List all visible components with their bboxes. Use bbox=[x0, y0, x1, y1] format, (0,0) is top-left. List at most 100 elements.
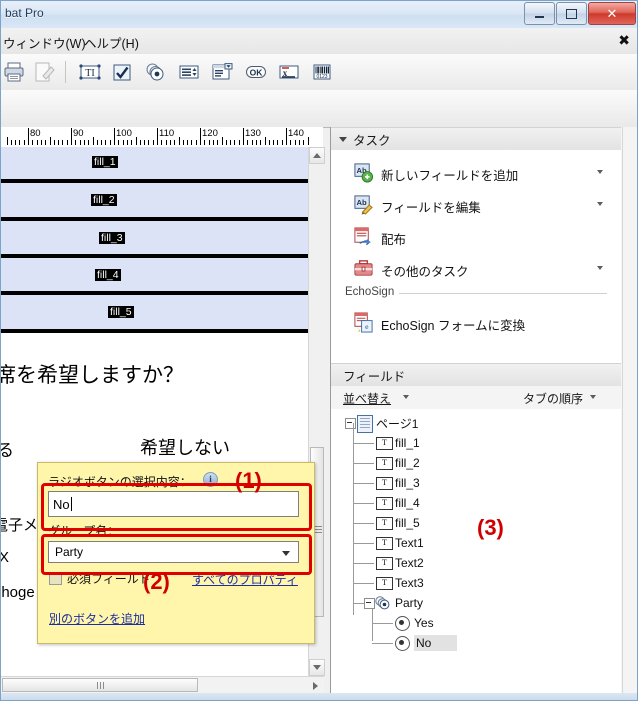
ruler-tick bbox=[225, 140, 227, 145]
form-field-highlight[interactable]: fill_1 bbox=[1, 147, 308, 183]
tree-node[interactable]: Text1 bbox=[395, 533, 424, 553]
scrollbar-grip bbox=[315, 526, 322, 533]
ruler-tick bbox=[298, 140, 300, 145]
ruler-tick bbox=[268, 140, 270, 145]
tree-line bbox=[353, 523, 374, 524]
ruler-tick bbox=[174, 140, 176, 145]
document-text: 席を希望しますか？ bbox=[1, 364, 184, 387]
button-tool-icon[interactable]: OK bbox=[245, 61, 267, 83]
dropdown-tool-icon[interactable] bbox=[211, 61, 233, 83]
ruler-tick bbox=[49, 137, 51, 145]
echosign-convert-icon: e bbox=[354, 312, 373, 333]
ruler-tick bbox=[234, 140, 236, 145]
text-field-tool-icon[interactable]: TI bbox=[79, 61, 101, 83]
list-box-tool-icon[interactable] bbox=[178, 61, 200, 83]
ruler-tick bbox=[260, 140, 262, 145]
tree-expander[interactable] bbox=[345, 418, 356, 429]
ruler-tick bbox=[92, 137, 94, 145]
tree-node[interactable]: Text2 bbox=[395, 553, 424, 573]
ruler-tick bbox=[165, 140, 167, 145]
scrollbar-thumb-h[interactable] bbox=[2, 678, 198, 692]
tree-line bbox=[372, 643, 393, 644]
minimize-button[interactable] bbox=[524, 2, 555, 25]
annotation-marker-1: (1) bbox=[235, 468, 262, 493]
chevron-down-icon[interactable] bbox=[590, 395, 596, 399]
menu-item-help[interactable]: ヘルプ(H) bbox=[84, 33, 139, 52]
menu-item-window[interactable]: ウィンドウ(W) bbox=[3, 33, 86, 52]
task-item-other-tasks[interactable]: その他のタスク bbox=[331, 252, 621, 286]
ruler-tick bbox=[307, 137, 309, 145]
tree-node[interactable]: fill_1 bbox=[395, 433, 420, 453]
tab-order-label[interactable]: タブの順序 bbox=[523, 390, 583, 407]
barcode-tool-icon[interactable]: 0123 bbox=[311, 61, 333, 83]
add-another-button-link[interactable]: 別のボタンを追加 bbox=[49, 610, 145, 627]
scroll-right-button[interactable] bbox=[307, 677, 324, 694]
chevron-down-icon[interactable] bbox=[597, 170, 603, 174]
form-field-label: fill_3 bbox=[99, 232, 125, 244]
text-field-icon: T bbox=[376, 497, 393, 510]
tree-expander[interactable] bbox=[364, 598, 375, 609]
form-field-highlight[interactable]: fill_2 bbox=[1, 179, 308, 221]
form-field-highlight[interactable]: fill_4 bbox=[1, 254, 308, 296]
task-section-header[interactable]: タスク bbox=[331, 127, 621, 152]
tree-node[interactable]: fill_2 bbox=[395, 453, 420, 473]
tree-node[interactable]: No bbox=[414, 633, 458, 653]
ruler-tick bbox=[66, 140, 68, 145]
tree-node[interactable]: Text3 bbox=[395, 573, 424, 593]
fields-tree[interactable]: ページ1 Tfill_1 Tfill_2 Tfill_3 Tfill_4 Tfill_5 T… bbox=[331, 409, 621, 693]
ruler-tick bbox=[182, 140, 184, 145]
tree-node[interactable]: ページ1 bbox=[376, 413, 418, 433]
right-task-pane: タスク Ab 新しいフィールドを追加 Ab フィールドを編集 配布 その他のタス… bbox=[330, 127, 637, 693]
forms-toolbar: TI OK x 0123 bbox=[1, 54, 637, 135]
document-text: X bbox=[1, 549, 9, 566]
tree-node[interactable]: fill_3 bbox=[395, 473, 420, 493]
panel-vertical-scrollbar[interactable] bbox=[622, 127, 637, 693]
radio-button-properties-popup[interactable]: ラジオボタンの選択内容： i No グループ名： Party 必須フィールド す… bbox=[37, 462, 315, 644]
ruler-tick bbox=[36, 140, 38, 145]
svg-text:TI: TI bbox=[85, 68, 94, 79]
tree-node[interactable]: fill_5 bbox=[395, 513, 420, 533]
ruler-tick bbox=[15, 140, 17, 145]
tree-line bbox=[353, 463, 374, 464]
print-icon[interactable] bbox=[3, 61, 25, 83]
tree-node-label: Text2 bbox=[395, 556, 424, 570]
close-document-icon[interactable]: ✖ bbox=[618, 32, 630, 49]
title-bar: bat Pro ✕ bbox=[1, 1, 637, 29]
chevron-down-icon[interactable] bbox=[597, 202, 603, 206]
maximize-button[interactable] bbox=[556, 2, 587, 25]
chevron-down-icon bbox=[339, 137, 347, 142]
radio-button-tool-icon[interactable] bbox=[144, 61, 166, 83]
scroll-down-button[interactable] bbox=[309, 659, 325, 676]
window-title: bat Pro bbox=[5, 6, 44, 20]
chevron-down-icon[interactable] bbox=[403, 395, 409, 399]
form-field-highlight[interactable]: fill_5 bbox=[1, 291, 308, 333]
ruler-tick bbox=[71, 128, 72, 145]
tree-node[interactable]: Party bbox=[395, 593, 423, 613]
fields-section-header[interactable]: フィールド bbox=[331, 363, 621, 388]
document-horizontal-scrollbar[interactable] bbox=[1, 676, 324, 694]
task-list: Ab 新しいフィールドを追加 Ab フィールドを編集 配布 その他のタスク Ec… bbox=[331, 150, 621, 363]
task-item-edit-field[interactable]: Ab フィールドを編集 bbox=[331, 188, 621, 222]
tree-node-label: Text1 bbox=[395, 536, 424, 550]
scroll-up-button[interactable] bbox=[309, 147, 325, 164]
task-item-distribute[interactable]: 配布 bbox=[331, 220, 621, 254]
ruler-tick bbox=[101, 140, 103, 145]
tree-node[interactable]: Yes bbox=[414, 613, 434, 633]
horizontal-ruler: 80 90 100 110 120 130 140 bbox=[1, 127, 323, 148]
ruler-tick bbox=[83, 140, 85, 145]
task-item-add-field[interactable]: Ab 新しいフィールドを追加 bbox=[331, 156, 621, 190]
form-field-highlight[interactable]: fill_3 bbox=[1, 217, 308, 259]
document-text: 希望しない bbox=[140, 438, 230, 458]
text-field-icon: T bbox=[376, 537, 393, 550]
check-box-tool-icon[interactable] bbox=[111, 61, 133, 83]
digital-signature-tool-icon[interactable]: x bbox=[278, 61, 300, 83]
task-item-echosign-convert[interactable]: e EchoSign フォームに変換 bbox=[331, 306, 621, 340]
ruler-tick bbox=[178, 137, 180, 145]
text-field-icon: T bbox=[376, 437, 393, 450]
close-button[interactable]: ✕ bbox=[588, 2, 636, 25]
echosign-group-label: EchoSign bbox=[345, 286, 400, 298]
sort-dropdown-label[interactable]: 並べ替え bbox=[343, 390, 391, 407]
form-field-label: fill_4 bbox=[95, 269, 121, 281]
chevron-down-icon[interactable] bbox=[597, 266, 603, 270]
tree-node[interactable]: fill_4 bbox=[395, 493, 420, 513]
